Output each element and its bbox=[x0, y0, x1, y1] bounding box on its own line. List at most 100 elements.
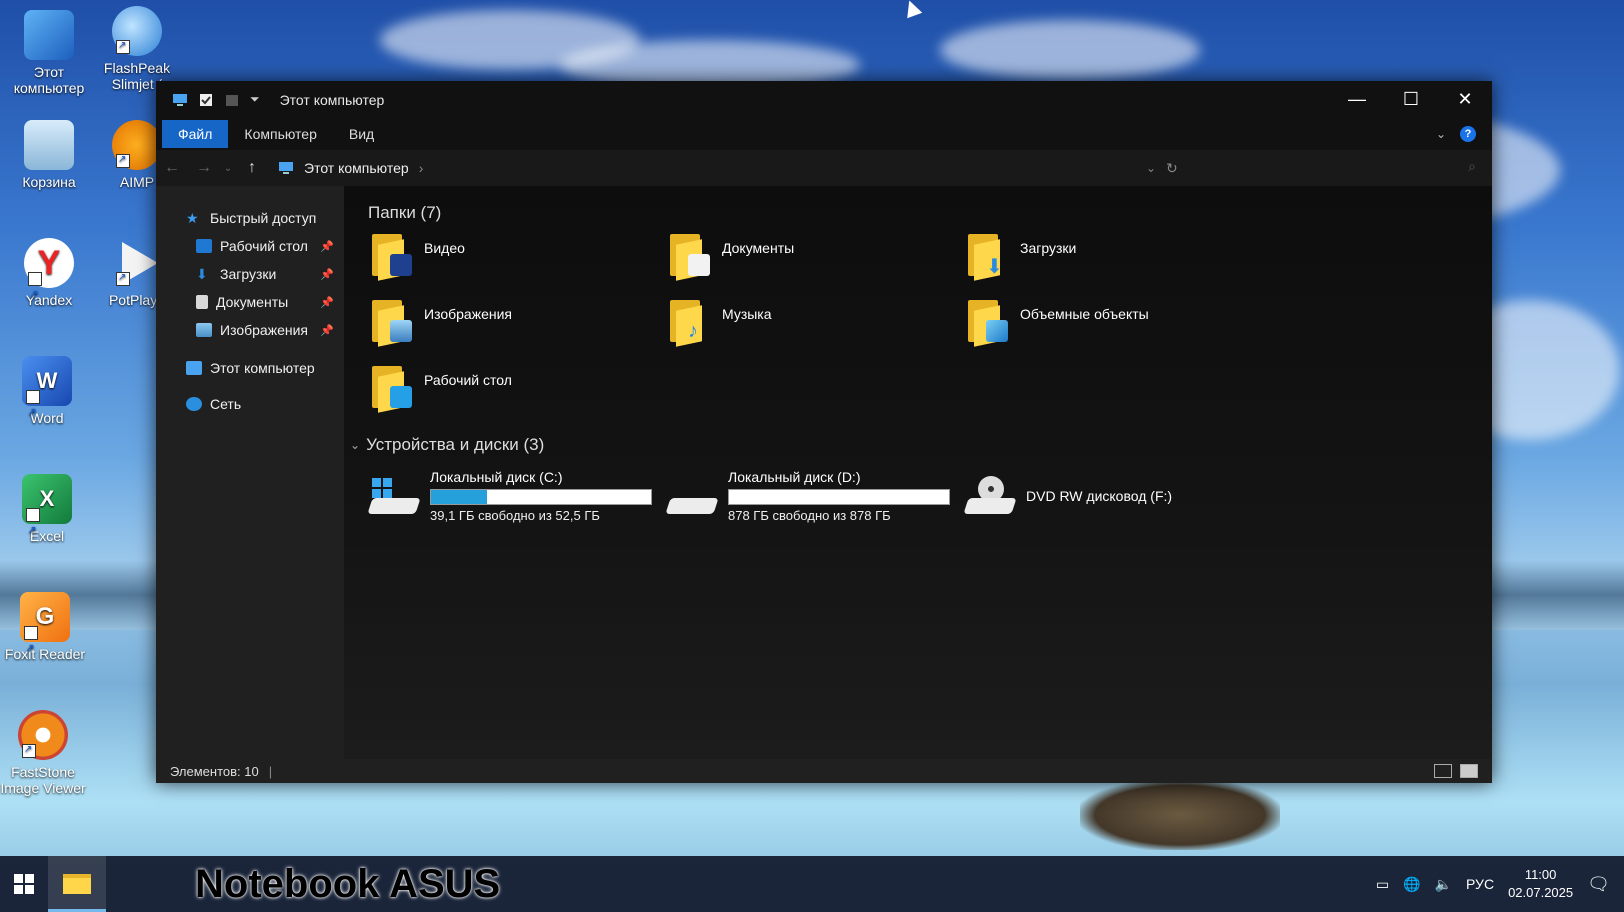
drive-name: Локальный диск (D:) bbox=[728, 469, 861, 485]
recycle-bin-icon bbox=[24, 120, 74, 170]
nav-pictures[interactable]: Изображения 📌 bbox=[156, 316, 344, 344]
maximize-button[interactable]: ☐ bbox=[1384, 81, 1438, 118]
breadcrumb[interactable]: Этот компьютер › bbox=[278, 160, 423, 176]
recent-locations-icon[interactable]: ⌄ bbox=[220, 163, 236, 174]
address-bar: ← → ⌄ ↑ Этот компьютер › ⌄ ↻ ⌕ bbox=[156, 150, 1492, 186]
folder-documents[interactable]: Документы bbox=[666, 232, 964, 298]
content-pane: Папки (7) Видео Документы ⬇ Загрузки Изо… bbox=[344, 186, 1492, 759]
language-indicator[interactable]: РУС bbox=[1466, 876, 1494, 892]
nav-quick-access[interactable]: ★ Быстрый доступ bbox=[156, 204, 344, 232]
desktop-icon-excel[interactable]: X Excel bbox=[4, 474, 90, 556]
new-folder-icon[interactable] bbox=[224, 92, 240, 108]
folder-3d-objects[interactable]: Объемные объекты bbox=[964, 298, 1262, 364]
folder-music[interactable]: ♪ Музыка bbox=[666, 298, 964, 364]
minimize-button[interactable]: — bbox=[1330, 81, 1384, 118]
explorer-window: ⏷ Этот компьютер — ☐ ✕ Файл Компьютер Ви… bbox=[156, 81, 1492, 783]
nav-label: Документы bbox=[216, 294, 289, 310]
address-dropdown-icon[interactable]: ⌄ bbox=[1146, 161, 1156, 175]
help-icon[interactable]: ? bbox=[1460, 126, 1476, 142]
volume-icon[interactable]: 🔈 bbox=[1435, 876, 1452, 893]
desktop-icon-label: Foxit Reader bbox=[4, 646, 86, 662]
tab-file[interactable]: Файл bbox=[162, 120, 229, 148]
nav-downloads[interactable]: ⬇ Загрузки 📌 bbox=[156, 260, 344, 288]
notifications-icon[interactable]: 🗨 bbox=[1587, 874, 1610, 895]
clock[interactable]: 11:00 02.07.2025 bbox=[1508, 866, 1573, 902]
refresh-icon[interactable]: ↻ bbox=[1166, 160, 1178, 177]
yandex-icon: Y bbox=[24, 238, 74, 320]
devices-header-label: Устройства и диски (3) bbox=[366, 435, 545, 454]
desktop-icon-label: Excel bbox=[29, 528, 65, 544]
folder-desktop[interactable]: Рабочий стол bbox=[368, 364, 666, 430]
folder-downloads[interactable]: ⬇ Загрузки bbox=[964, 232, 1262, 298]
tab-computer[interactable]: Компьютер bbox=[228, 120, 332, 148]
desktop-icon-word[interactable]: W Word bbox=[4, 356, 90, 438]
taskbar-file-explorer[interactable] bbox=[48, 856, 106, 912]
navigation-pane: ★ Быстрый доступ Рабочий стол 📌 ⬇ Загруз… bbox=[156, 186, 344, 759]
back-arrow-icon[interactable]: ← bbox=[156, 159, 188, 177]
desktop-icon-label: Yandex bbox=[25, 292, 73, 308]
drive-free-space: 39,1 ГБ свободно из 52,5 ГБ bbox=[430, 508, 600, 523]
nav-network[interactable]: Сеть bbox=[156, 390, 344, 418]
folder-videos[interactable]: Видео bbox=[368, 232, 666, 298]
desktop-icon-label: Word bbox=[30, 410, 64, 426]
breadcrumb-item[interactable]: Этот компьютер bbox=[304, 160, 409, 176]
drive-f-dvd[interactable]: DVD RW дисковод (F:) bbox=[963, 466, 1262, 526]
details-view-icon[interactable] bbox=[1434, 764, 1452, 778]
tab-view[interactable]: Вид bbox=[333, 120, 390, 148]
up-arrow-icon[interactable]: ↑ bbox=[236, 159, 268, 177]
expand-ribbon-icon[interactable]: ⌄ bbox=[1436, 127, 1446, 141]
desktop-icon-yandex[interactable]: Y Yandex bbox=[6, 238, 92, 320]
network-globe-icon[interactable]: 🌐 bbox=[1403, 876, 1420, 893]
computer-icon bbox=[279, 162, 293, 174]
desktop-icon-faststone[interactable]: FastStone Image Viewer bbox=[0, 710, 86, 796]
battery-icon[interactable]: ▭ bbox=[1376, 876, 1389, 893]
globe-icon bbox=[112, 6, 162, 56]
nav-label: Рабочий стол bbox=[220, 238, 308, 254]
devices-group-header[interactable]: ⌄ Устройства и диски (3) bbox=[350, 432, 1492, 458]
nav-desktop[interactable]: Рабочий стол 📌 bbox=[156, 232, 344, 260]
pictures-folder-icon bbox=[368, 298, 414, 347]
search-input[interactable]: ⌕ bbox=[1236, 158, 1476, 178]
drive-d[interactable]: Локальный диск (D:) 878 ГБ свободно из 8… bbox=[665, 466, 964, 526]
customize-qa-icon[interactable]: ⏷ bbox=[250, 92, 260, 107]
desktop-icon bbox=[196, 239, 212, 253]
computer-icon bbox=[24, 10, 74, 60]
close-button[interactable]: ✕ bbox=[1438, 81, 1492, 118]
folder-pictures[interactable]: Изображения bbox=[368, 298, 666, 364]
large-icons-view-icon[interactable] bbox=[1460, 764, 1478, 778]
taskbar: Notebook ASUS ▭ 🌐 🔈 РУС 11:00 02.07.2025… bbox=[0, 856, 1624, 912]
drive-c[interactable]: Локальный диск (C:) 39,1 ГБ свободно из … bbox=[367, 466, 666, 526]
desktop-icon-this-pc[interactable]: Этот компьютер bbox=[6, 10, 92, 96]
drive-free-space: 878 ГБ свободно из 878 ГБ bbox=[728, 508, 891, 523]
pin-icon: 📌 bbox=[320, 296, 334, 309]
nav-documents[interactable]: Документы 📌 bbox=[156, 288, 344, 316]
drive-icon bbox=[665, 476, 719, 516]
ribbon: Файл Компьютер Вид ⌄ ? bbox=[156, 118, 1492, 150]
breadcrumb-separator: › bbox=[418, 160, 424, 176]
folder-name: Объемные объекты bbox=[1020, 306, 1149, 322]
desktop-icon-foxit[interactable]: G Foxit Reader bbox=[2, 592, 88, 674]
pin-icon: 📌 bbox=[320, 324, 334, 337]
mouse-cursor bbox=[901, 0, 923, 19]
start-button[interactable] bbox=[0, 856, 48, 912]
download-arrow-icon: ⬇ bbox=[196, 266, 208, 282]
nav-this-pc[interactable]: Этот компьютер bbox=[156, 354, 344, 382]
folder-name: Загрузки bbox=[1020, 240, 1077, 256]
forward-arrow-icon[interactable]: → bbox=[188, 159, 220, 177]
desktop-folder-icon bbox=[368, 364, 414, 413]
3d-objects-folder-icon bbox=[964, 298, 1010, 347]
folder-name: Музыка bbox=[722, 306, 772, 322]
title-bar[interactable]: ⏷ Этот компьютер — ☐ ✕ bbox=[156, 81, 1492, 118]
folders-group-header[interactable]: Папки (7) bbox=[368, 200, 1492, 226]
music-folder-icon: ♪ bbox=[666, 298, 712, 347]
overlay-caption: Notebook ASUS bbox=[195, 862, 501, 906]
folder-name: Видео bbox=[424, 240, 465, 256]
desktop-icon-recycle-bin[interactable]: Корзина bbox=[6, 120, 92, 190]
nav-label: Этот компьютер bbox=[210, 360, 315, 376]
desktop-icon-slimjet[interactable]: FlashPeak Slimjet ( bbox=[94, 6, 180, 92]
properties-icon[interactable] bbox=[198, 92, 214, 108]
item-count: Элементов: 10 bbox=[170, 763, 259, 779]
computer-icon bbox=[186, 361, 202, 375]
nav-label: Сеть bbox=[210, 396, 242, 412]
document-icon bbox=[196, 295, 208, 309]
